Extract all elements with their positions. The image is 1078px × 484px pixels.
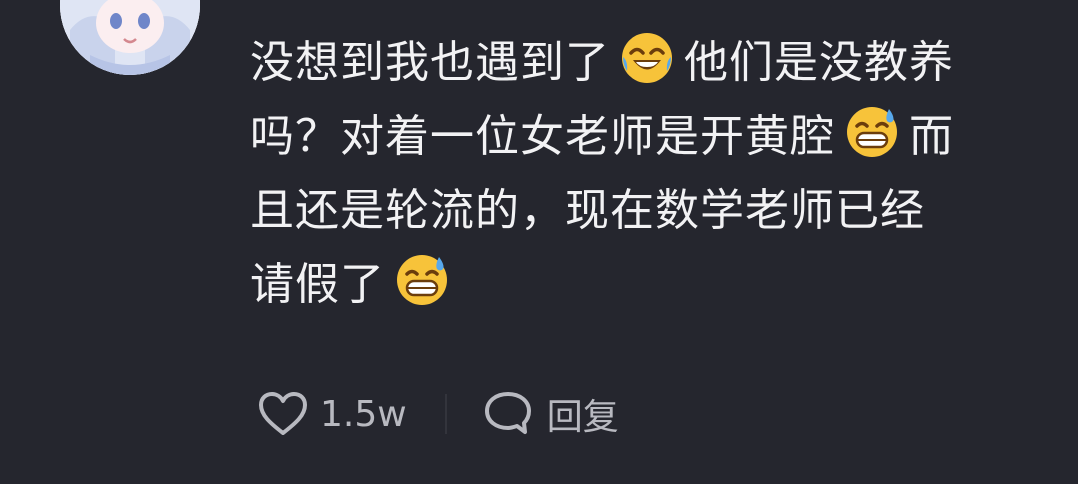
comment-line-2: 吗？对着一位女老师是开黄腔 而 [250, 100, 1060, 174]
grinning-sweat-emoji-icon [845, 105, 899, 159]
comment-text-segment: 吗？对着一位女老师是开黄腔 [250, 111, 835, 162]
crying-laughing-emoji-icon [620, 31, 674, 85]
grinning-sweat-emoji-icon [395, 253, 449, 307]
avatar[interactable] [60, 0, 200, 75]
comment-text-segment: 请假了 [250, 259, 385, 310]
comment-text-segment: 没想到我也遇到了 [250, 37, 610, 88]
comment-card: 没想到我也遇到了 他们是没教养 吗？对着一位女老师是开黄腔 而 且还是轮流的，现在数… [0, 0, 1078, 484]
speech-bubble-icon [484, 392, 531, 434]
like-count: 1.5w [320, 393, 407, 435]
comment-text-segment: 他们是没教养 [684, 37, 954, 88]
comment-text-segment: 而 [909, 111, 954, 162]
like-button[interactable]: 1.5w [258, 391, 407, 437]
comment-text-segment: 且还是轮流的，现在数学老师已经 [250, 185, 925, 236]
action-divider [444, 394, 447, 434]
avatar-image [60, 0, 200, 75]
heart-icon [259, 392, 307, 435]
comment-line-1: 没想到我也遇到了 他们是没教养 [250, 26, 1060, 100]
reply-label: 回复 [546, 397, 619, 438]
comment-text: 没想到我也遇到了 他们是没教养 吗？对着一位女老师是开黄腔 而 且还是轮流的，现在数… [250, 26, 1060, 322]
comment-line-4: 请假了 [250, 248, 1060, 322]
comment-actions: 1.5w 回复 [258, 384, 619, 444]
reply-button[interactable]: 回复 [483, 388, 619, 440]
comment-line-3: 且还是轮流的，现在数学老师已经 [250, 174, 1060, 248]
